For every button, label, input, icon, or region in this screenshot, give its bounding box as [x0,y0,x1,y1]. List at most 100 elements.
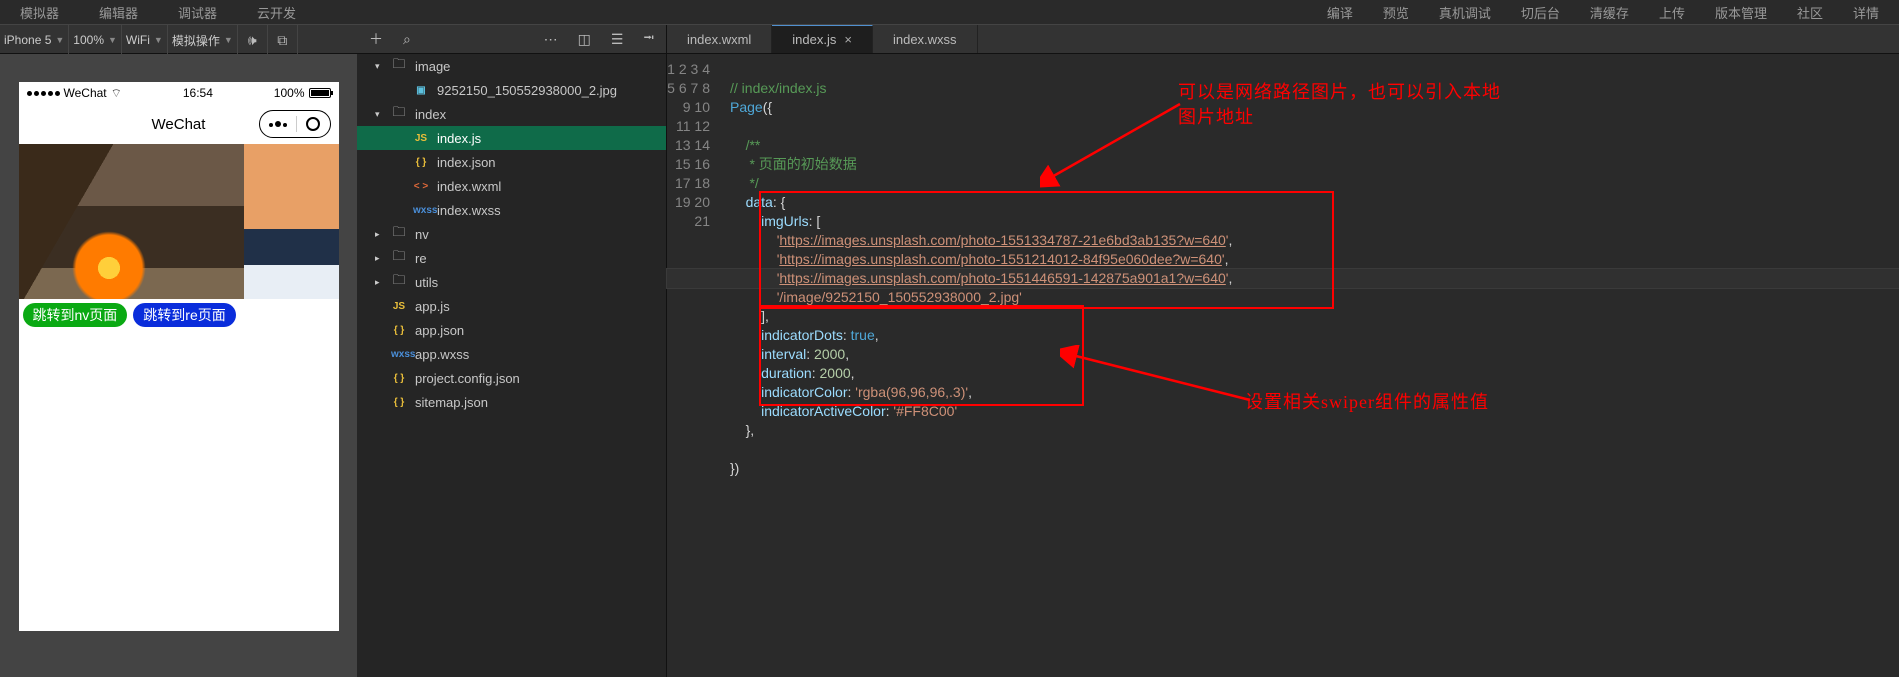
menu-upload[interactable]: 上传 [1659,3,1685,22]
menu-community[interactable]: 社区 [1797,3,1823,22]
ide-top-menu: 模拟器 编辑器 调试器 云开发 编译 预览 真机调试 切后台 清缓存 上传 版本… [0,0,1899,24]
phone-status-bar: WeChat ⌔ 16:54 100% [19,82,339,104]
tree-item-app-js[interactable]: JS app.js [357,294,666,318]
phone-frame: WeChat ⌔ 16:54 100% WeChat [19,82,339,631]
carrier-label: WeChat [64,86,107,100]
simulate-ops-select[interactable]: 模拟操作▼ [168,25,238,55]
toolbar-row: iPhone 5▼ 100%▼ WiFi▼ 模拟操作▼ 🕪 ⧉ ＋ ⌕ ⋯ ◫ … [0,24,1899,54]
page-title: WeChat [152,116,206,133]
tree-item-label: index.js [437,131,481,146]
swiper-image-1 [19,144,244,299]
time-label: 16:54 [183,86,213,100]
tree-item-label: index.wxss [437,203,501,218]
chevron-right-icon: ▸ [375,229,383,240]
menu-debugger[interactable]: 调试器 [178,3,217,22]
goto-nv-button[interactable]: 跳转到nv页面 [23,303,128,327]
folder-icon: 🗀 [391,103,407,125]
tree-item-label: sitemap.json [415,395,488,410]
search-icon[interactable]: ⌕ [403,31,411,48]
menu-cloud[interactable]: 云开发 [257,3,296,22]
dock-icon[interactable]: ⭲ [643,27,654,51]
menu-preview[interactable]: 预览 [1383,3,1409,22]
tree-item-re[interactable]: ▸🗀re [357,246,666,270]
new-file-icon[interactable]: ＋ [369,29,383,49]
file-tree[interactable]: ▾🗀image▣9252150_150552938000_2.jpg▾🗀inde… [357,54,667,677]
chevron-right-icon: ▸ [375,277,383,288]
js-icon: JS [391,301,407,312]
menu-editor[interactable]: 编辑器 [99,3,138,22]
wxss-icon: wxss [391,349,407,360]
folder-icon: 🗀 [391,223,407,245]
tree-item-app-wxss[interactable]: wxssapp.wxss [357,342,666,366]
tree-item-index-js[interactable]: JSindex.js [357,126,666,150]
signal-icon [27,91,60,96]
tree-item-label: 9252150_150552938000_2.jpg [437,83,617,98]
menu-realdbg[interactable]: 真机调试 [1439,3,1491,22]
tab-index-wxml[interactable]: index.wxml [667,25,772,53]
tree-item-index[interactable]: ▾🗀index [357,102,666,126]
code-url-2: https://images.unsplash.com/photo-155121… [779,251,1222,267]
capsule-more-icon[interactable] [269,121,287,127]
more-icon[interactable]: ⋯ [544,31,558,48]
network-select[interactable]: WiFi▼ [122,25,168,55]
code-doc-line: * 页面的初始数据 [746,156,857,172]
device-select[interactable]: iPhone 5▼ [0,25,69,55]
top-menu-left: 模拟器 编辑器 调试器 云开发 [20,0,296,24]
folder-icon: 🗀 [391,55,407,77]
code-content[interactable]: // index/index.js Page({ /** * 页面的初始数据 *… [722,54,1899,677]
tree-item-nv[interactable]: ▸ 🗀 nv [357,222,666,246]
tab-index-js[interactable]: index.js× [772,25,873,53]
wxss-icon: wxss [413,205,429,216]
close-icon[interactable]: × [844,32,852,47]
hierarchy-icon[interactable]: ☰ [611,31,624,48]
menu-versionmgr[interactable]: 版本管理 [1715,3,1767,22]
line-gutter: 1 2 3 4 5 6 7 8 9 10 11 12 13 14 15 16 1… [667,54,722,677]
tree-item-sitemap-json[interactable]: { }sitemap.json [357,390,666,414]
chevron-right-icon: ▸ [375,253,383,264]
mute-icon[interactable]: 🕪 [238,25,268,55]
tree-item-app-json[interactable]: { } app.json [357,318,666,342]
tree-item-project-config-json[interactable]: { }project.config.json [357,366,666,390]
code-doc-open: /** [746,137,761,153]
main-row: WeChat ⌔ 16:54 100% WeChat [0,54,1899,677]
tree-item-label: app.js [415,299,450,314]
chevron-down-icon: ▼ [55,35,64,45]
wifi-icon: ⌔ [111,86,122,101]
tree-item-image[interactable]: ▾🗀image [357,54,666,78]
code-line-1: // index/index.js [730,80,827,96]
split-icon[interactable]: ◫ [578,31,591,48]
tree-item-label: app.json [415,323,464,338]
menu-compile[interactable]: 编译 [1327,3,1353,22]
popup-icon[interactable]: ⧉ [268,25,298,55]
code-imgurls-key: imgUrls [761,213,808,229]
json-icon: { } [391,373,407,384]
tree-item-9252150-150552938000-2-jpg[interactable]: ▣9252150_150552938000_2.jpg [357,78,666,102]
menu-details[interactable]: 详情 [1853,3,1879,22]
capsule-button[interactable] [259,110,331,138]
tree-item-label: index.wxml [437,179,501,194]
swiper-image-2 [244,144,339,299]
tree-item-index-json[interactable]: { }index.json [357,150,666,174]
json-icon: { } [391,325,407,336]
wxml-icon: < > [413,181,429,192]
zoom-select[interactable]: 100%▼ [69,25,122,55]
tree-item-label: nv [415,227,429,242]
tree-item-label: re [415,251,427,266]
tree-item-index-wxml[interactable]: < > index.wxml [357,174,666,198]
file-tree-toolbar: ＋ ⌕ ⋯ ◫ ☰ ⭲ [357,25,667,53]
tree-item-label: index [415,107,446,122]
tree-item-label: image [415,59,450,74]
battery-icon [309,88,331,98]
menu-clearcache[interactable]: 清缓存 [1590,3,1629,22]
capsule-close-icon[interactable] [306,117,320,131]
code-editor[interactable]: 1 2 3 4 5 6 7 8 9 10 11 12 13 14 15 16 1… [667,54,1899,677]
phone-nav-bar: WeChat [19,104,339,144]
tree-item-utils[interactable]: ▸🗀utils [357,270,666,294]
goto-re-button[interactable]: 跳转到re页面 [133,303,235,327]
menu-simulator[interactable]: 模拟器 [20,3,59,22]
swiper-preview[interactable] [19,144,339,299]
menu-background[interactable]: 切后台 [1521,3,1560,22]
tab-index-wxss[interactable]: index.wxss [873,25,978,53]
tree-item-index-wxss[interactable]: wxss index.wxss [357,198,666,222]
chevron-down-icon: ▼ [108,35,117,45]
